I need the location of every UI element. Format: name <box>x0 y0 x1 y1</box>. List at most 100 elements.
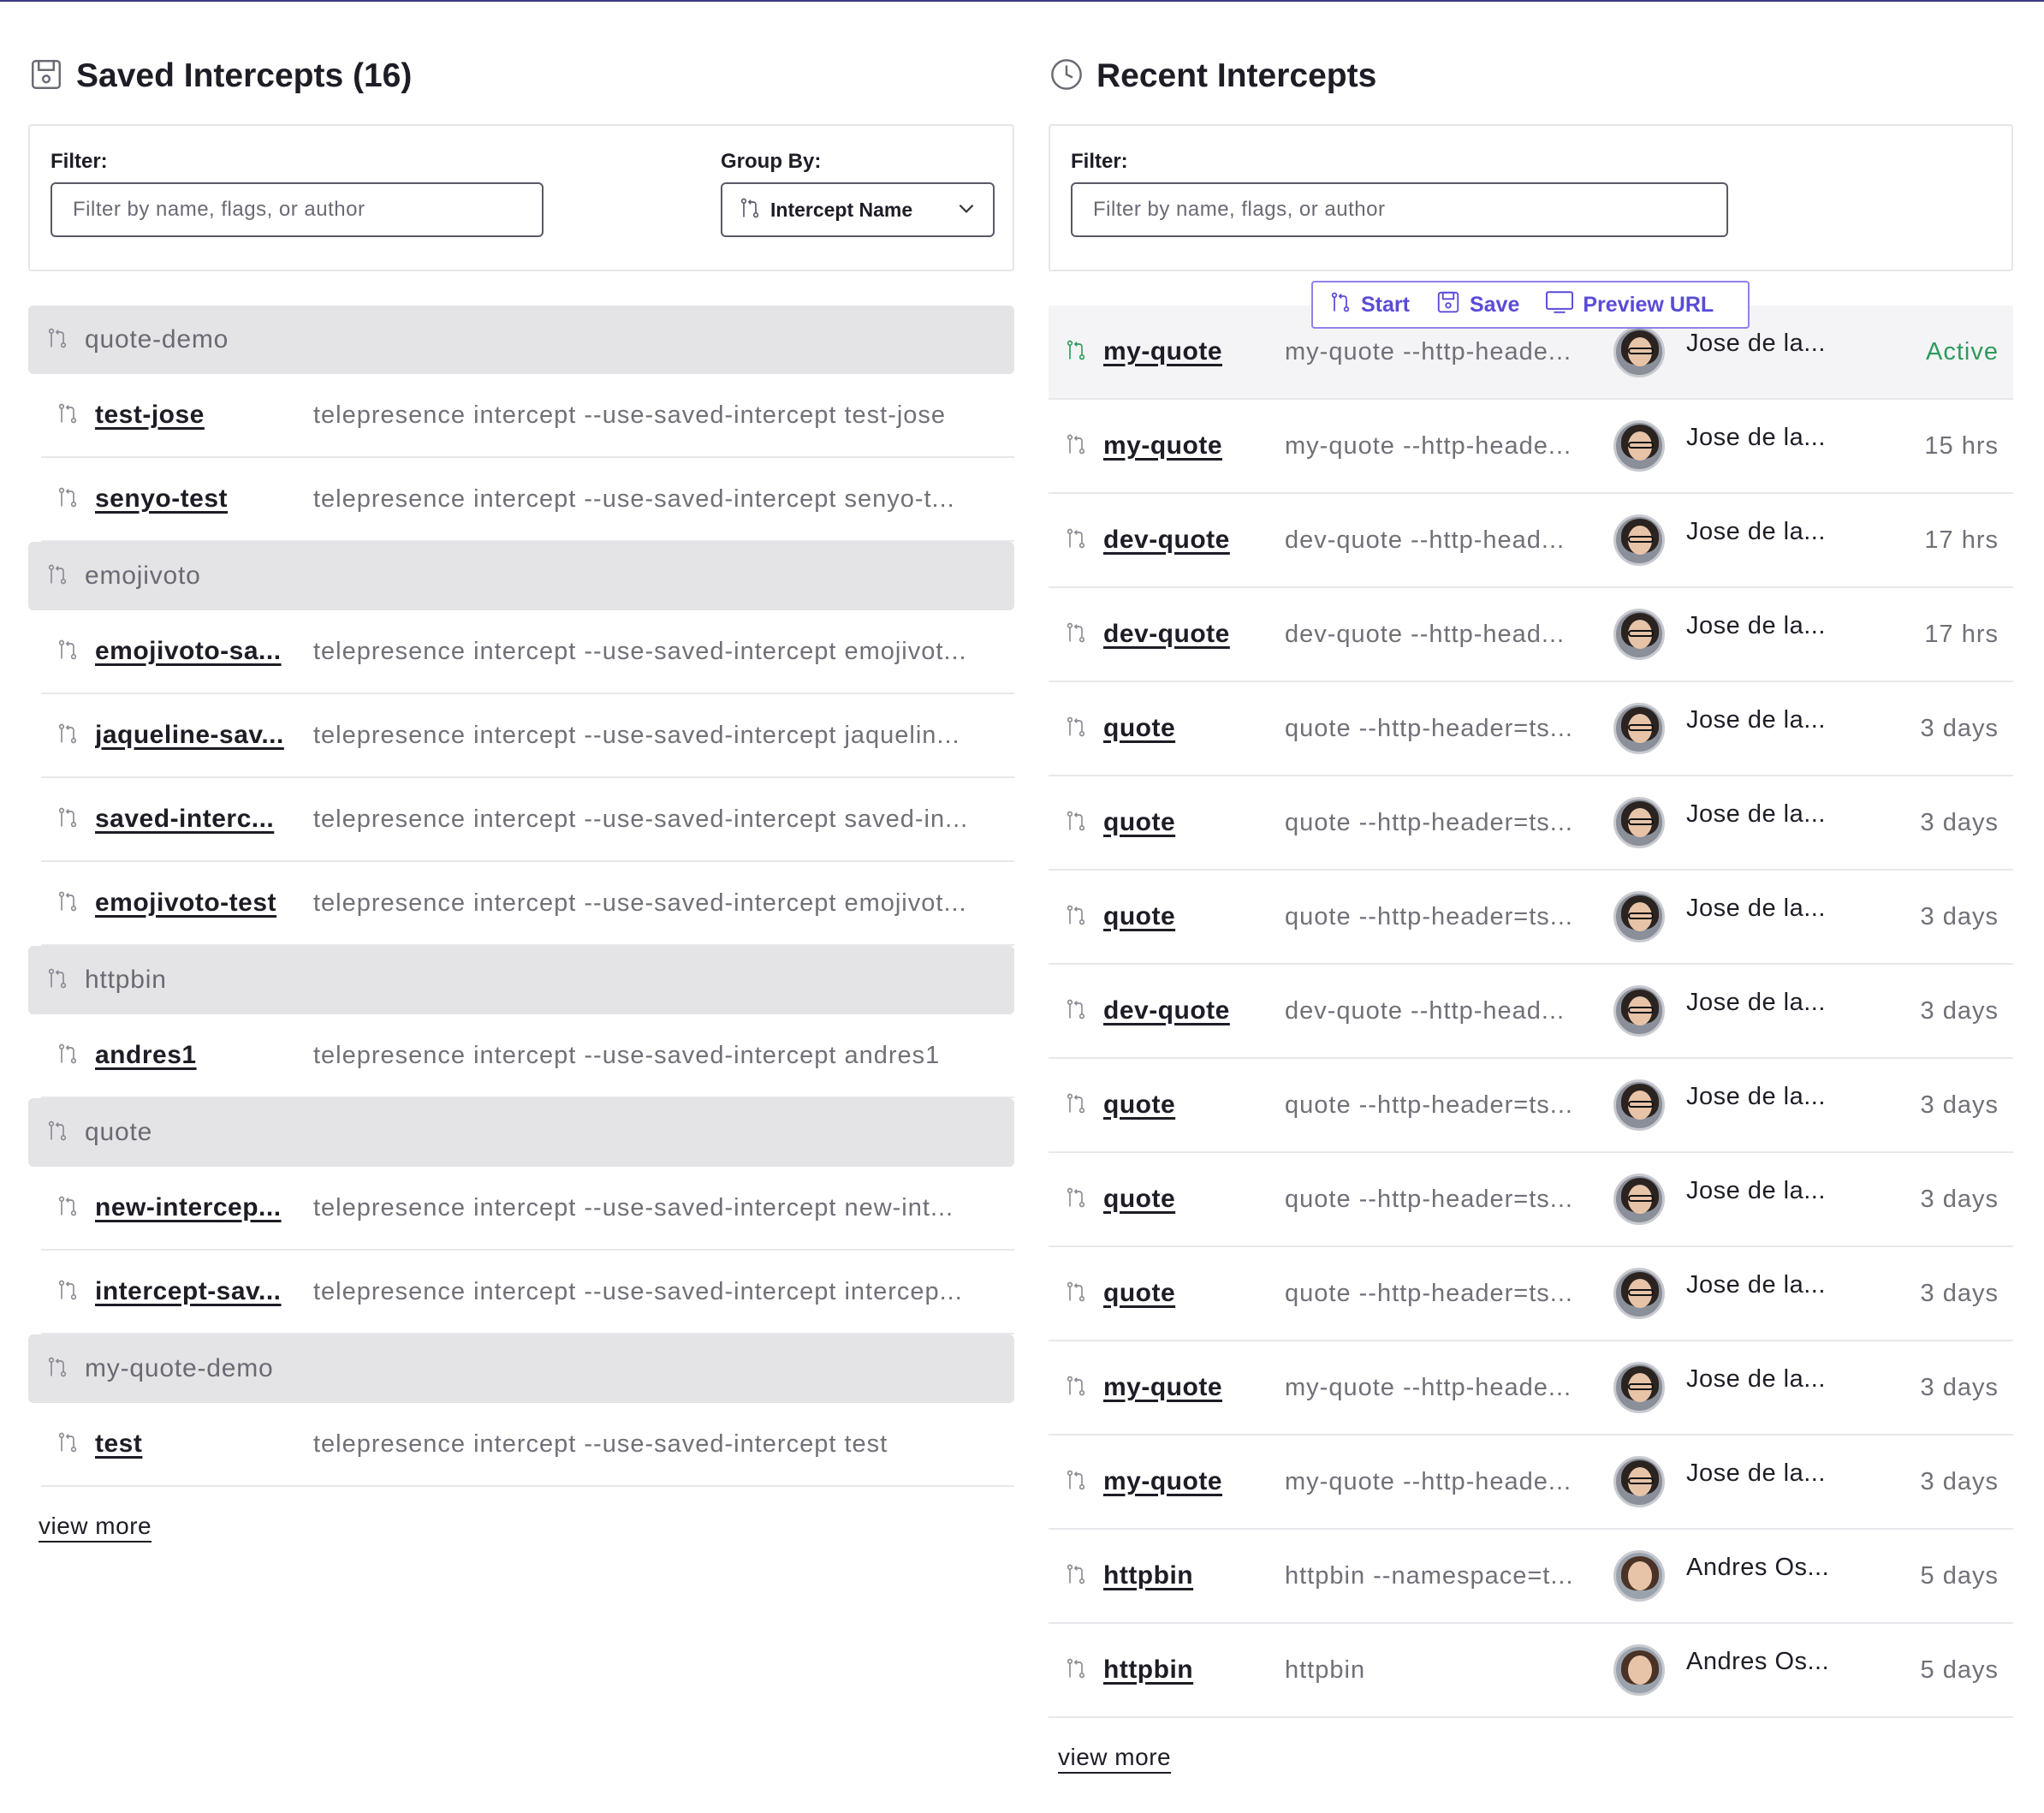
clock-icon <box>1049 56 1084 97</box>
group-header[interactable]: quote <box>28 1098 1014 1167</box>
table-row[interactable]: quote quote --http-header=ts... Jose de la… <box>1049 1153 2013 1247</box>
intercept-name-link[interactable]: quote <box>1103 1279 1275 1308</box>
branch-icon <box>45 325 69 355</box>
branch-icon <box>56 1041 80 1071</box>
branch-icon <box>45 966 69 996</box>
branch-icon <box>1064 1467 1088 1497</box>
intercept-name-link[interactable]: test-jose <box>95 401 292 430</box>
branch-icon <box>1064 1373 1088 1403</box>
group-header[interactable]: quote-demo <box>28 306 1014 374</box>
intercept-name-link[interactable]: my-quote <box>1103 431 1275 461</box>
status-time: 3 days <box>1920 1279 1999 1307</box>
table-row[interactable]: dev-quote dev-quote --http-head... Jose de… <box>1049 965 2013 1059</box>
intercept-name-link[interactable]: dev-quote <box>1103 996 1275 1025</box>
chevron-down-icon <box>955 197 977 223</box>
intercept-name-link[interactable]: dev-quote <box>1103 620 1275 649</box>
page-title: Saved Intercepts (16) <box>76 57 413 94</box>
intercept-name-link[interactable]: senyo-test <box>95 484 292 514</box>
intercept-name-link[interactable]: httpbin <box>1103 1561 1275 1590</box>
intercept-name-link[interactable]: andres1 <box>95 1041 292 1070</box>
status-time: Active <box>1926 337 1999 366</box>
group-header[interactable]: my-quote-demo <box>28 1334 1014 1403</box>
table-row[interactable]: dev-quote dev-quote --http-head... Jose de… <box>1049 588 2013 682</box>
branch-icon <box>1064 526 1088 556</box>
intercept-name-link[interactable]: jaqueline-sav... <box>95 721 292 750</box>
intercept-name-link[interactable]: new-intercep... <box>95 1193 292 1222</box>
group-by-select[interactable]: Intercept Name <box>721 182 995 237</box>
branch-icon <box>1064 1279 1088 1309</box>
intercept-command: quote --http-header=ts... <box>1285 714 1573 742</box>
branch-icon <box>56 1430 80 1459</box>
intercept-name-link[interactable]: test <box>95 1430 292 1459</box>
table-row[interactable]: quote quote --http-header=ts... Jose de la… <box>1049 1059 2013 1153</box>
status-time: 3 days <box>1920 1373 1999 1401</box>
table-row[interactable]: quote quote --http-header=ts... Jose de la… <box>1049 871 2013 965</box>
table-row[interactable]: my-quote my-quote --http-heade... Jose de … <box>1049 1341 2013 1436</box>
intercept-name-link[interactable]: quote <box>1103 1185 1275 1214</box>
status-time: 5 days <box>1920 1561 1999 1590</box>
intercept-command: telepresence intercept --use-saved-inter… <box>313 1041 941 1069</box>
intercept-name-link[interactable]: emojivoto-test <box>95 889 292 918</box>
intercept-command: quote --http-header=ts... <box>1285 1091 1573 1119</box>
intercept-name-link[interactable]: my-quote <box>1103 337 1275 366</box>
branch-icon <box>1064 1185 1088 1215</box>
author-name: Jose de la... <box>1686 800 1826 828</box>
intercept-name-link[interactable]: quote <box>1103 714 1275 743</box>
table-row[interactable]: httpbin httpbin Andres Os... 5 days <box>1049 1624 2013 1718</box>
table-row[interactable]: dev-quote dev-quote --http-head... Jose de… <box>1049 494 2013 588</box>
intercept-name-link[interactable]: dev-quote <box>1103 526 1275 555</box>
table-row[interactable]: quote quote --http-header=ts... Jose de la… <box>1049 776 2013 871</box>
intercept-name-link[interactable]: saved-interc... <box>95 805 292 834</box>
table-row[interactable]: quote quote --http-header=ts... Jose de la… <box>1049 682 2013 776</box>
intercept-command: telepresence intercept --use-saved-inter… <box>313 1430 888 1458</box>
intercept-name-link[interactable]: intercept-sav... <box>95 1277 292 1306</box>
saved-view-more-link[interactable]: view more <box>39 1513 152 1540</box>
recent-title: Recent Intercepts <box>1096 57 1377 94</box>
status-time: 3 days <box>1920 996 1999 1025</box>
preview-url-button[interactable]: Preview URL <box>1545 289 1714 321</box>
table-row[interactable]: quote quote --http-header=ts... Jose de la… <box>1049 1247 2013 1341</box>
status-time: 17 hrs <box>1924 526 1999 554</box>
intercept-name-link[interactable]: quote <box>1103 808 1275 837</box>
branch-icon <box>1328 289 1361 321</box>
intercept-command: telepresence intercept --use-saved-inter… <box>313 721 960 749</box>
intercept-command: my-quote --http-heade... <box>1285 337 1572 366</box>
table-row[interactable]: my-quote my-quote --http-heade... Jose de … <box>1049 1436 2013 1530</box>
group-header[interactable]: emojivoto <box>28 542 1014 610</box>
avatar <box>1613 1268 1665 1319</box>
branch-icon <box>56 637 80 667</box>
status-time: 15 hrs <box>1924 431 1999 460</box>
group-name: emojivoto <box>85 562 201 590</box>
intercept-command: my-quote --http-heade... <box>1285 1373 1572 1401</box>
start-button[interactable]: Start <box>1328 289 1410 321</box>
intercept-command: telepresence intercept --use-saved-inter… <box>313 401 947 429</box>
recent-filter-input[interactable] <box>1071 182 1728 237</box>
branch-icon <box>45 562 69 591</box>
intercept-command: httpbin --namespace=t... <box>1285 1561 1574 1590</box>
recent-view-more-link[interactable]: view more <box>1058 1744 1171 1771</box>
intercept-name-link[interactable]: httpbin <box>1103 1655 1275 1685</box>
author-name: Jose de la... <box>1686 1177 1826 1204</box>
intercept-name-link[interactable]: emojivoto-sa... <box>95 637 292 666</box>
status-time: 3 days <box>1920 1185 1999 1213</box>
list-item: emojivoto-test telepresence intercept --u… <box>41 862 1014 946</box>
author-name: Andres Os... <box>1686 1554 1830 1581</box>
status-time: 3 days <box>1920 808 1999 836</box>
intercept-name-link[interactable]: quote <box>1103 902 1275 931</box>
branch-icon <box>56 1193 80 1223</box>
list-item: test-jose telepresence intercept --use-sa… <box>41 374 1014 458</box>
intercept-name-link[interactable]: my-quote <box>1103 1467 1275 1496</box>
table-row[interactable]: httpbin httpbin --namespace=t... Andres Os… <box>1049 1530 2013 1624</box>
table-row[interactable]: my-quote my-quote --http-heade... Jose de … <box>1049 400 2013 494</box>
saved-filter-input[interactable] <box>51 182 544 237</box>
intercept-name-link[interactable]: my-quote <box>1103 1373 1275 1402</box>
group-name: httpbin <box>85 966 167 994</box>
author-name: Jose de la... <box>1686 330 1826 357</box>
intercept-name-link[interactable]: quote <box>1103 1091 1275 1120</box>
group-header[interactable]: httpbin <box>28 946 1014 1014</box>
avatar <box>1613 514 1665 566</box>
filter-label: Filter: <box>1071 150 1128 173</box>
status-time: 17 hrs <box>1924 620 1999 648</box>
branch-icon <box>1064 808 1088 838</box>
save-button[interactable]: Save <box>1435 289 1519 321</box>
